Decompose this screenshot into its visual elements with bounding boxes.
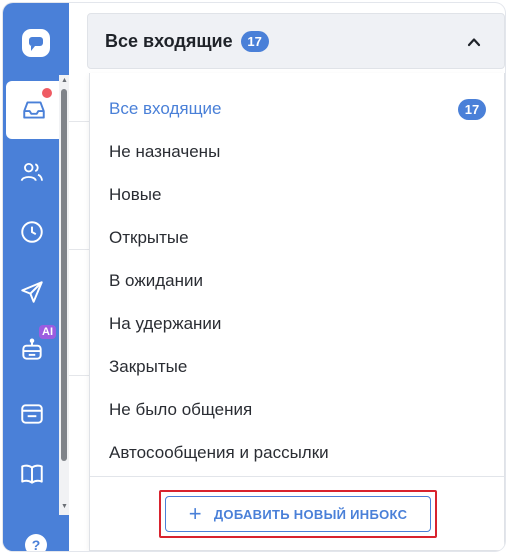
menu-item-label: На удержании xyxy=(109,314,222,333)
sidebar-item-bots[interactable]: AI xyxy=(3,321,61,379)
clock-icon xyxy=(21,221,43,243)
sidebar-item-wallet[interactable] xyxy=(3,385,61,443)
inbox-select-title: Все входящие xyxy=(105,30,233,51)
inbox-count-badge: 17 xyxy=(240,30,269,52)
menu-item-label: В ожидании xyxy=(109,271,203,290)
add-inbox-highlight: + ДОБАВИТЬ НОВЫЙ ИНБОКС xyxy=(159,490,437,538)
menu-item-on-hold[interactable]: На удержании xyxy=(90,304,504,344)
users-icon xyxy=(20,162,43,182)
menu-item-label: Открытые xyxy=(109,228,189,247)
sidebar-item-users[interactable] xyxy=(3,143,61,201)
menu-item-new[interactable]: Новые xyxy=(90,175,504,215)
help-icon[interactable]: ? xyxy=(25,534,47,551)
sidebar-item-inbox[interactable] xyxy=(6,81,61,139)
menu-item-auto-messages[interactable]: Автосообщения и рассылки xyxy=(90,433,504,473)
add-new-inbox-button[interactable]: + ДОБАВИТЬ НОВЫЙ ИНБОКС xyxy=(165,496,431,532)
menu-item-label: Закрытые xyxy=(109,357,188,376)
plus-icon: + xyxy=(188,501,202,526)
sidebar-item-mailings[interactable] xyxy=(3,263,61,321)
inbox-select[interactable]: Все входящие 17 xyxy=(87,13,505,69)
ai-badge: AI xyxy=(39,325,56,339)
menu-item-no-communication[interactable]: Не было общения xyxy=(90,390,504,430)
chevron-up-icon[interactable] xyxy=(466,34,482,50)
menu-item-label: Не назначены xyxy=(109,142,221,161)
bot-icon xyxy=(22,338,42,360)
menu-item-closed[interactable]: Закрытые xyxy=(90,347,504,387)
inbox-icon xyxy=(22,101,45,119)
menu-item-label: Новые xyxy=(109,185,162,204)
add-new-inbox-label: ДОБАВИТЬ НОВЫЙ ИНБОКС xyxy=(213,506,408,522)
sidebar-item-history[interactable] xyxy=(3,203,61,261)
menu-item-open[interactable]: Открытые xyxy=(90,218,504,258)
list-separator xyxy=(69,249,89,250)
menu-item-count-badge: 17 xyxy=(458,99,486,120)
send-icon xyxy=(21,281,43,303)
notification-dot xyxy=(41,87,53,99)
scroll-down-arrow-icon[interactable]: ▼ xyxy=(61,503,68,510)
chat-logo-icon[interactable] xyxy=(20,27,52,59)
scroll-up-arrow-icon[interactable]: ▲ xyxy=(61,77,68,84)
menu-item-unassigned[interactable]: Не назначены xyxy=(90,132,504,172)
sidebar-scrollbar-thumb[interactable] xyxy=(61,89,67,461)
app-window: AI ▲ ▼ ? Все входящие 17 Все входящие 17… xyxy=(3,3,505,551)
menu-item-label: Не было общения xyxy=(109,400,253,419)
wallet-icon xyxy=(21,404,43,424)
inbox-dropdown-menu: Все входящие 17 Не назначены Новые Откры… xyxy=(89,73,505,551)
sidebar-item-knowledge-base[interactable] xyxy=(3,445,61,503)
menu-item-label: Автосообщения и рассылки xyxy=(109,443,329,462)
menu-item-label: Все входящие xyxy=(109,99,222,118)
menu-divider xyxy=(90,476,504,477)
menu-item-all-inboxes[interactable]: Все входящие 17 xyxy=(90,89,504,129)
list-separator xyxy=(69,375,89,376)
book-icon xyxy=(21,464,43,484)
list-separator xyxy=(69,121,89,122)
menu-item-pending[interactable]: В ожидании xyxy=(90,261,504,301)
